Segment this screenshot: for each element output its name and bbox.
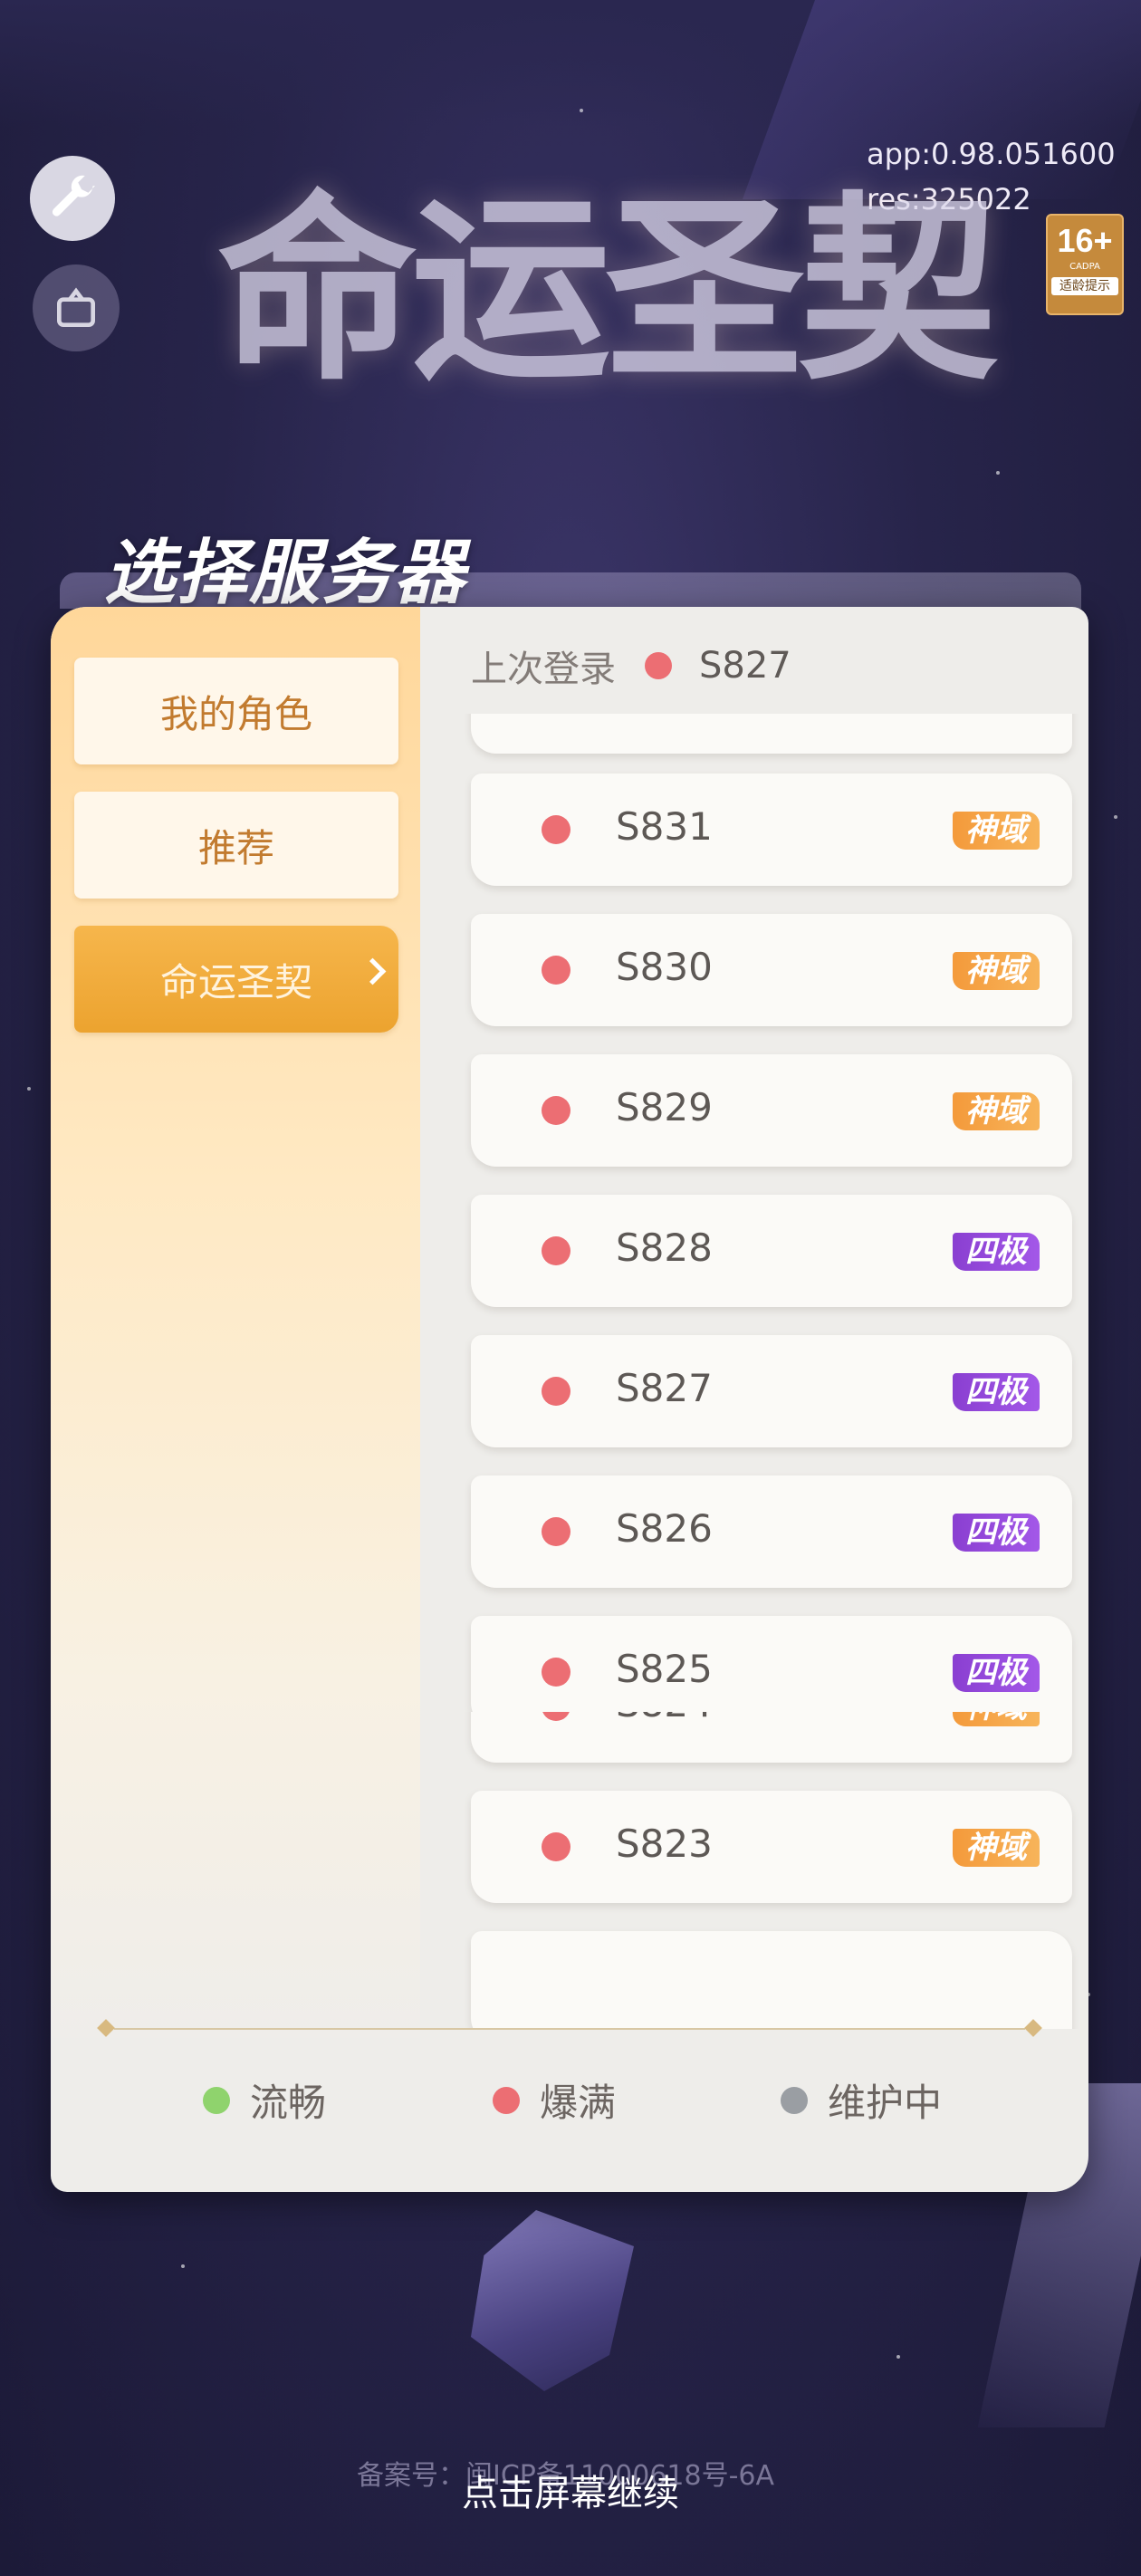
- server-row[interactable]: S824 神域: [471, 1712, 1072, 1763]
- legend-label: 爆满: [540, 2081, 617, 2125]
- status-dot: [781, 2086, 808, 2114]
- server-category-column: 我的角色 推荐 命运圣契: [51, 607, 420, 2038]
- server-row[interactable]: S829 神域: [471, 1054, 1072, 1167]
- server-name: S823: [616, 1821, 713, 1866]
- chevron-right-icon: [359, 957, 387, 985]
- server-row-partial: [471, 714, 1072, 754]
- announcement-button[interactable]: [33, 264, 120, 351]
- last-login-label: 上次登录: [471, 649, 616, 690]
- wrench-icon: [52, 175, 95, 216]
- server-name: S830: [616, 945, 713, 989]
- tab-label: 推荐: [197, 825, 274, 870]
- server-name: S826: [616, 1506, 713, 1551]
- status-dot: [203, 2086, 230, 2114]
- legend-maintenance: 维护中: [781, 2072, 942, 2128]
- last-login[interactable]: 上次登录 S827: [471, 639, 791, 692]
- status-dot: [542, 1236, 570, 1265]
- age-rating: 16+: [1057, 222, 1113, 259]
- repair-tool-button[interactable]: [30, 156, 115, 241]
- server-name: S829: [616, 1085, 713, 1129]
- tap-to-continue[interactable]: 点击屏幕继续: [0, 2464, 1141, 2516]
- server-row[interactable]: S828 四极: [471, 1195, 1072, 1307]
- status-dot: [542, 1712, 570, 1721]
- tab-recommended[interactable]: 推荐: [74, 792, 398, 899]
- server-tag: 四极: [953, 1233, 1040, 1271]
- server-name: S827: [616, 1366, 713, 1410]
- server-row-partial: [471, 1931, 1072, 2029]
- server-select-panel: 我的角色 推荐 命运圣契 上次登录 S827 S831 神域 S830 神域 S…: [51, 607, 1088, 2192]
- server-tag: 神域: [953, 1712, 1040, 1726]
- legend-label: 流畅: [250, 2081, 327, 2125]
- status-dot: [542, 1096, 570, 1125]
- status-dot: [542, 1832, 570, 1861]
- server-name: S824: [616, 1712, 713, 1725]
- server-name: S825: [616, 1647, 713, 1691]
- game-logo: 命运圣契: [217, 172, 998, 407]
- status-dot: [542, 1658, 570, 1687]
- server-row[interactable]: S826 四极: [471, 1475, 1072, 1588]
- status-dot: [493, 2086, 520, 2114]
- legend-full: 爆满: [493, 2072, 616, 2128]
- status-legend: 流畅 爆满 维护中: [51, 2072, 1088, 2136]
- legend-smooth: 流畅: [203, 2072, 326, 2128]
- server-row[interactable]: S823 神域: [471, 1791, 1072, 1903]
- server-tag: 四极: [953, 1654, 1040, 1692]
- server-list-column: 上次登录 S827 S831 神域 S830 神域 S829 神域 S828 四…: [420, 607, 1088, 2029]
- divider: [87, 2019, 1052, 2038]
- server-tag: 四极: [953, 1514, 1040, 1552]
- legend-label: 维护中: [828, 2081, 943, 2125]
- bag-icon: [57, 287, 95, 327]
- server-tag: 四极: [953, 1373, 1040, 1411]
- app-version: app:0.98.051600: [867, 137, 1116, 171]
- tab-label: 命运圣契: [159, 959, 312, 1004]
- server-name: S828: [616, 1226, 713, 1270]
- status-dot: [542, 956, 570, 985]
- status-dot: [645, 652, 672, 679]
- server-row[interactable]: S831 神域: [471, 774, 1072, 886]
- last-login-server: S827: [699, 645, 791, 687]
- server-tag: 神域: [953, 1829, 1040, 1867]
- tab-label: 我的角色: [159, 691, 312, 736]
- server-tag: 神域: [953, 1092, 1040, 1130]
- server-list-lower[interactable]: S824 神域 S823 神域: [420, 1712, 1088, 2029]
- server-row[interactable]: S830 神域: [471, 914, 1072, 1026]
- server-list[interactable]: S831 神域 S830 神域 S829 神域 S828 四极 S827 四极 …: [420, 714, 1088, 1712]
- server-tag: 神域: [953, 952, 1040, 990]
- age-rating-tip: 适龄提示: [1051, 277, 1118, 295]
- tab-fate-covenant[interactable]: 命运圣契: [74, 926, 398, 1033]
- panel-title: 选择服务器: [104, 533, 467, 614]
- age-rating-org: CADPA: [1069, 262, 1100, 272]
- status-dot: [542, 815, 570, 844]
- tab-my-roles[interactable]: 我的角色: [74, 658, 398, 764]
- server-row[interactable]: S825 四极: [471, 1616, 1072, 1712]
- server-tag: 神域: [953, 812, 1040, 850]
- server-name: S831: [616, 804, 713, 849]
- server-row[interactable]: S827 四极: [471, 1335, 1072, 1447]
- age-rating-badge: 16+ CADPA 适龄提示: [1046, 214, 1124, 315]
- status-dot: [542, 1377, 570, 1406]
- status-dot: [542, 1517, 570, 1546]
